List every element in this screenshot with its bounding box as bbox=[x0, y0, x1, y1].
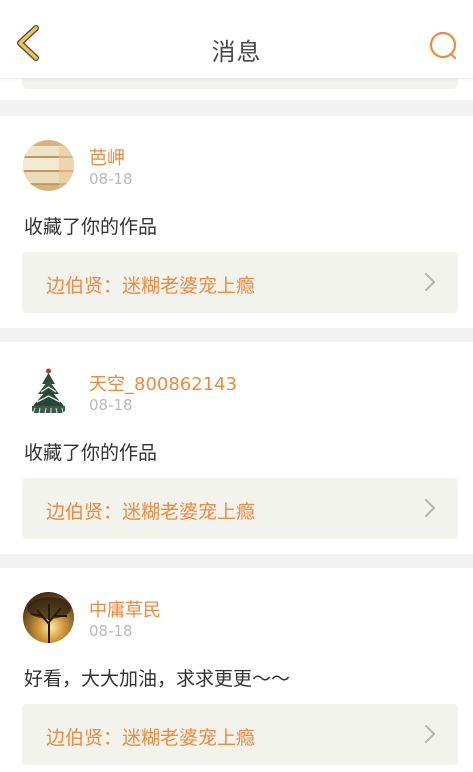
christmas-tree-avatar-icon bbox=[23, 366, 74, 417]
work-card[interactable]: 边伯贤：迷糊老婆宠上瘾 bbox=[22, 478, 458, 539]
chevron-right-icon bbox=[425, 725, 435, 743]
work-title: 边伯贤：迷糊老婆宠上瘾 bbox=[46, 727, 256, 749]
chevron-right-icon bbox=[425, 273, 435, 291]
search-icon bbox=[429, 31, 457, 60]
avatar[interactable] bbox=[23, 366, 74, 417]
message-date: 08-18 bbox=[89, 622, 133, 640]
message-item: 芭岬 08-18 收藏了你的作品 边伯贤：迷糊老婆宠上瘾 bbox=[0, 116, 473, 328]
work-title: 边伯贤：迷糊老婆宠上瘾 bbox=[46, 275, 256, 297]
chevron-right-icon bbox=[425, 499, 435, 517]
section-divider bbox=[0, 328, 473, 342]
user-name[interactable]: 芭岬 bbox=[89, 144, 125, 170]
message-item: 天空_800862143 08-18 收藏了你的作品 边伯贤：迷糊老婆宠上瘾 bbox=[0, 342, 473, 554]
previous-work-card-stub bbox=[22, 79, 458, 89]
sunset-tree-avatar-icon bbox=[23, 592, 74, 643]
section-divider bbox=[0, 554, 473, 568]
section-divider bbox=[0, 100, 473, 116]
work-card[interactable]: 边伯贤：迷糊老婆宠上瘾 bbox=[22, 252, 458, 313]
message-item: 中庸草民 08-18 好看，大大加油，求求更更～～ 边伯贤：迷糊老婆宠上瘾 bbox=[0, 568, 473, 772]
user-name[interactable]: 中庸草民 bbox=[89, 596, 161, 622]
search-button[interactable] bbox=[427, 28, 461, 62]
message-text: 好看，大大加油，求求更更～～ bbox=[24, 668, 291, 690]
work-card[interactable]: 边伯贤：迷糊老婆宠上瘾 bbox=[22, 704, 458, 765]
user-name[interactable]: 天空_800862143 bbox=[89, 370, 237, 396]
message-date: 08-18 bbox=[89, 396, 133, 414]
page-title: 消息 bbox=[211, 38, 262, 66]
folded-fabric-avatar-icon bbox=[23, 140, 74, 191]
avatar[interactable] bbox=[23, 140, 74, 191]
avatar[interactable] bbox=[23, 592, 74, 643]
message-date: 08-18 bbox=[89, 170, 133, 188]
message-text: 收藏了你的作品 bbox=[24, 442, 158, 464]
message-text: 收藏了你的作品 bbox=[24, 216, 158, 238]
top-bar: 消息 bbox=[0, 0, 473, 79]
work-title: 边伯贤：迷糊老婆宠上瘾 bbox=[46, 501, 256, 523]
